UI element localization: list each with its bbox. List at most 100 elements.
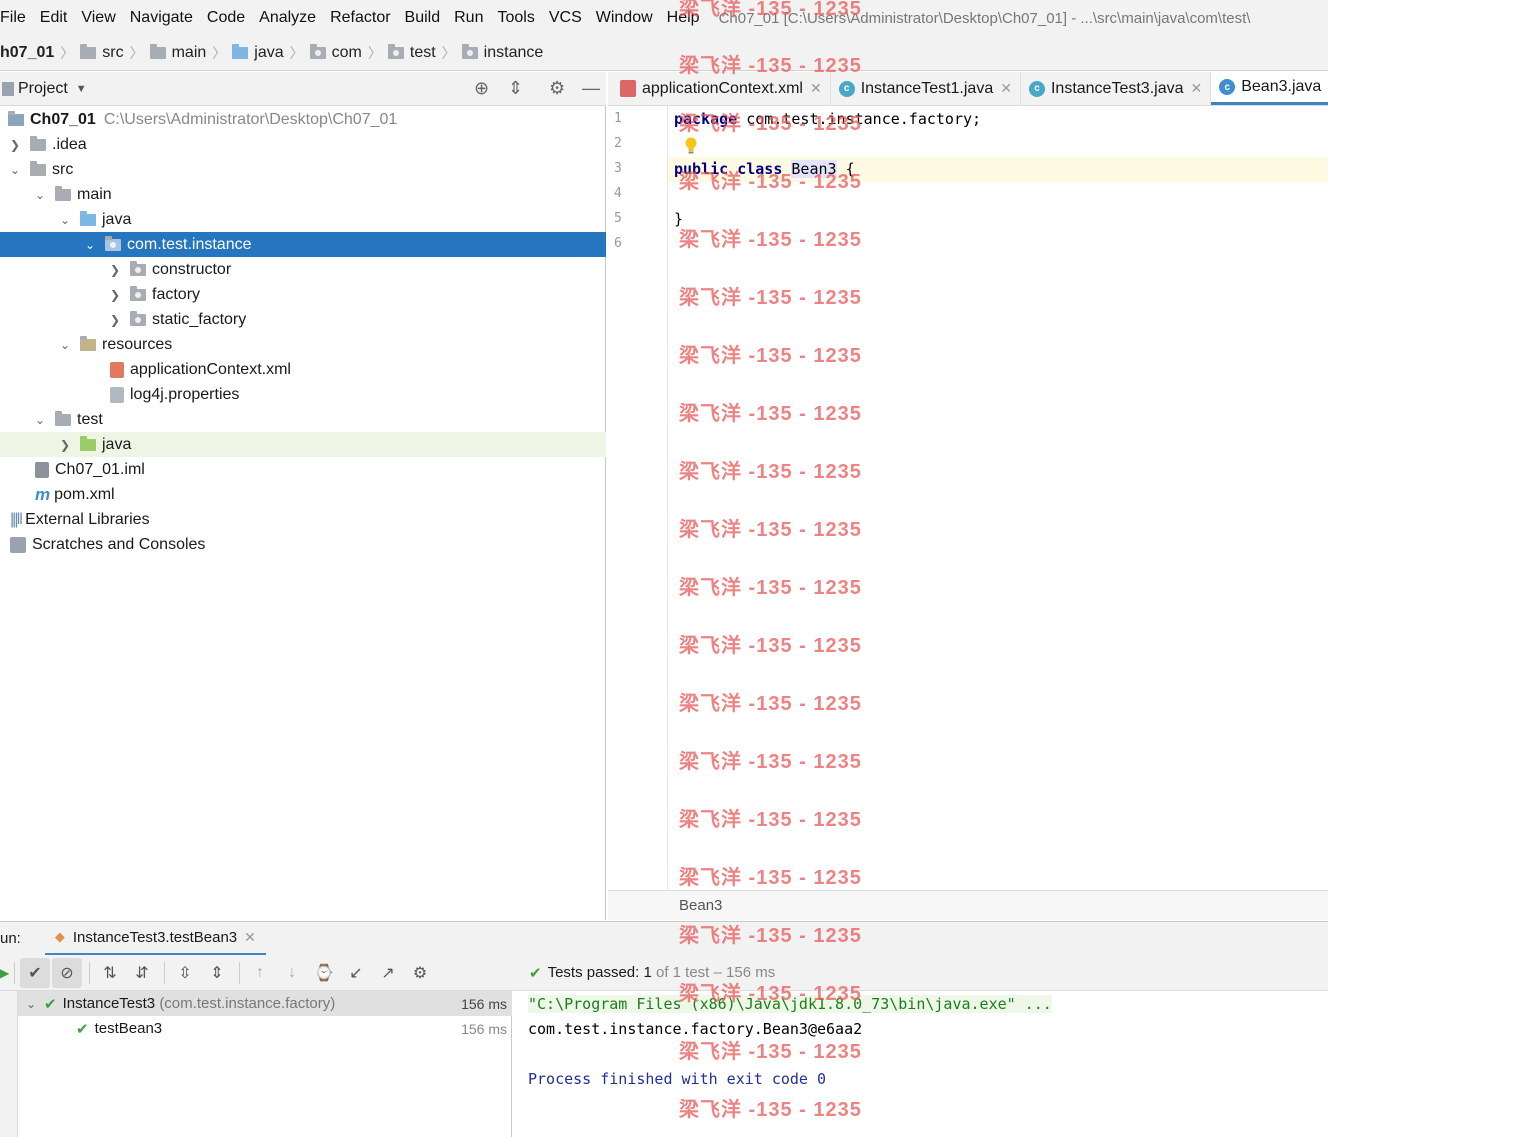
menu-navigate[interactable]: Navigate	[123, 9, 200, 27]
test-row-method[interactable]: ✔ testBean3 156 ms	[18, 1016, 512, 1041]
collapse-all-icon[interactable]: ⇕	[508, 78, 523, 99]
menu-analyze[interactable]: Analyze	[252, 9, 323, 27]
menu-edit[interactable]: Edit	[33, 9, 75, 27]
tree-item-external-libraries[interactable]: |||‖ External Libraries	[0, 507, 606, 532]
tab-instance-test3[interactable]: c InstanceTest3.java ✕	[1021, 72, 1212, 105]
tree-item-test[interactable]: ⌄ test	[0, 407, 606, 432]
tree-item-constructor[interactable]: ❯ constructor	[0, 257, 606, 282]
sort-alphabetically-icon[interactable]: ⇅	[95, 958, 125, 988]
chevron-right-icon[interactable]: ❯	[108, 263, 122, 277]
tree-item-src[interactable]: ⌄ src	[0, 157, 606, 182]
locate-icon[interactable]: ⊕	[474, 78, 489, 99]
breadcrumb-project[interactable]: h07_01 〉	[0, 43, 80, 63]
test-results-tree: ⌄ ✔ InstanceTest3 (com.test.instance.fac…	[18, 991, 512, 1137]
menu-tools[interactable]: Tools	[490, 9, 541, 27]
tree-item-scratches[interactable]: Scratches and Consoles	[0, 532, 606, 557]
test-class-icon: c	[838, 80, 855, 97]
tree-item-pom[interactable]: m pom.xml	[0, 482, 606, 507]
menu-code[interactable]: Code	[200, 9, 252, 27]
code-editor[interactable]: package com.test.instance.factory; publi…	[668, 106, 1328, 890]
gear-icon[interactable]: ⚙	[405, 958, 435, 988]
breadcrumb-test[interactable]: test 〉	[387, 43, 462, 63]
package-icon	[130, 260, 146, 276]
tree-item-idea[interactable]: ❯ .idea	[0, 132, 606, 157]
menu-refactor[interactable]: Refactor	[323, 9, 397, 27]
tab-application-context[interactable]: applicationContext.xml ✕	[608, 72, 831, 105]
chevron-down-icon[interactable]: ▼	[76, 83, 87, 95]
tree-item-application-context[interactable]: applicationContext.xml	[0, 357, 606, 382]
breadcrumb-main[interactable]: main 〉	[149, 43, 233, 63]
sort-by-duration-icon[interactable]: ⇵	[127, 958, 157, 988]
menu-build[interactable]: Build	[398, 9, 448, 27]
tree-item-log4j[interactable]: log4j.properties	[0, 382, 606, 407]
close-icon[interactable]: ✕	[1000, 80, 1012, 97]
editor-breadcrumb-class[interactable]: Bean3	[679, 897, 722, 914]
test-row-class[interactable]: ⌄ ✔ InstanceTest3 (com.test.instance.fac…	[18, 991, 512, 1016]
project-view-selector[interactable]: Project	[18, 80, 68, 98]
menu-window[interactable]: Window	[589, 9, 660, 27]
chevron-right-icon[interactable]: ❯	[58, 438, 72, 452]
tree-item-java-main[interactable]: ⌄ java	[0, 207, 606, 232]
close-icon[interactable]: ✕	[810, 80, 822, 97]
close-icon[interactable]: ✕	[1191, 80, 1203, 97]
chevron-right-icon[interactable]: ❯	[108, 313, 122, 327]
lightbulb-icon[interactable]	[684, 137, 698, 155]
gear-icon[interactable]: ⚙	[549, 78, 565, 99]
breadcrumb-com[interactable]: com 〉	[309, 43, 388, 63]
minimize-icon[interactable]: —	[582, 78, 600, 99]
chevron-right-icon[interactable]: ❯	[8, 138, 22, 152]
expand-all-icon[interactable]: ⇳	[170, 958, 200, 988]
class-icon: c	[1219, 79, 1236, 95]
source-folder-icon	[80, 210, 96, 226]
tab-instance-test1[interactable]: c InstanceTest1.java ✕	[831, 72, 1021, 105]
rerun-icon[interactable]: ▶	[0, 966, 9, 980]
console-output[interactable]: "C:\Program Files (x86)\Java\jdk1.8.0_73…	[513, 991, 1328, 1137]
package-icon	[387, 44, 404, 59]
chevron-down-icon[interactable]: ⌄	[8, 163, 22, 177]
line-number: 4	[614, 186, 622, 201]
scratches-icon	[10, 536, 26, 553]
chevron-down-icon[interactable]: ⌄	[58, 213, 72, 227]
chevron-down-icon[interactable]: ⌄	[24, 997, 38, 1011]
tab-bean3[interactable]: c Bean3.java	[1211, 72, 1328, 105]
tree-item-factory[interactable]: ❯ factory	[0, 282, 606, 307]
menu-help[interactable]: Help	[660, 9, 707, 27]
code-line-5: }	[674, 210, 684, 228]
chevron-down-icon[interactable]: ⌄	[83, 238, 97, 252]
menu-view[interactable]: View	[74, 9, 122, 27]
tree-item-java-test[interactable]: ❯ java	[0, 432, 606, 457]
arrow-up-icon[interactable]: ↑	[245, 958, 275, 988]
show-passed-icon[interactable]: ✔	[20, 957, 50, 988]
test-duration: 156 ms	[461, 1020, 507, 1037]
chevron-down-icon[interactable]: ⌄	[33, 188, 47, 202]
libraries-icon: |||‖	[10, 510, 23, 528]
breadcrumb-java[interactable]: java 〉	[232, 43, 309, 63]
chevron-down-icon[interactable]: ⌄	[33, 413, 47, 427]
import-tests-icon[interactable]: ↙	[341, 958, 371, 988]
show-ignored-icon[interactable]: ⊘	[52, 957, 82, 988]
export-tests-icon[interactable]: ↗	[373, 958, 403, 988]
chevron-right-icon[interactable]: ❯	[108, 288, 122, 302]
source-folder-icon	[232, 44, 249, 59]
tree-item-project-root[interactable]: Ch07_01 C:\Users\Administrator\Desktop\C…	[0, 107, 606, 132]
menu-vcs[interactable]: VCS	[542, 9, 589, 27]
menu-run[interactable]: Run	[447, 9, 490, 27]
breadcrumb-src[interactable]: src 〉	[80, 43, 149, 63]
history-icon[interactable]: ⌚	[309, 958, 339, 988]
tree-item-iml[interactable]: Ch07_01.iml	[0, 457, 606, 482]
tree-item-main[interactable]: ⌄ main	[0, 182, 606, 207]
menu-file[interactable]: File	[0, 9, 33, 27]
folder-icon	[80, 44, 97, 59]
chevron-down-icon[interactable]: ⌄	[58, 338, 72, 352]
close-icon[interactable]: ✕	[244, 929, 256, 946]
collapse-all-icon[interactable]: ⇕	[202, 958, 232, 988]
tree-item-static-factory[interactable]: ❯ static_factory	[0, 307, 606, 332]
breadcrumb-instance[interactable]: instance	[461, 44, 543, 62]
code-line-3: public class Bean3 {	[674, 160, 855, 178]
tree-item-resources[interactable]: ⌄ resources	[0, 332, 606, 357]
run-tab[interactable]: ◆ InstanceTest3.testBean3 ✕	[44, 922, 266, 956]
code-line-1: package com.test.instance.factory;	[674, 110, 982, 128]
folder-icon	[55, 410, 71, 426]
tree-item-com-test-instance[interactable]: ⌄ com.test.instance	[0, 232, 606, 257]
arrow-down-icon[interactable]: ↓	[277, 958, 307, 988]
